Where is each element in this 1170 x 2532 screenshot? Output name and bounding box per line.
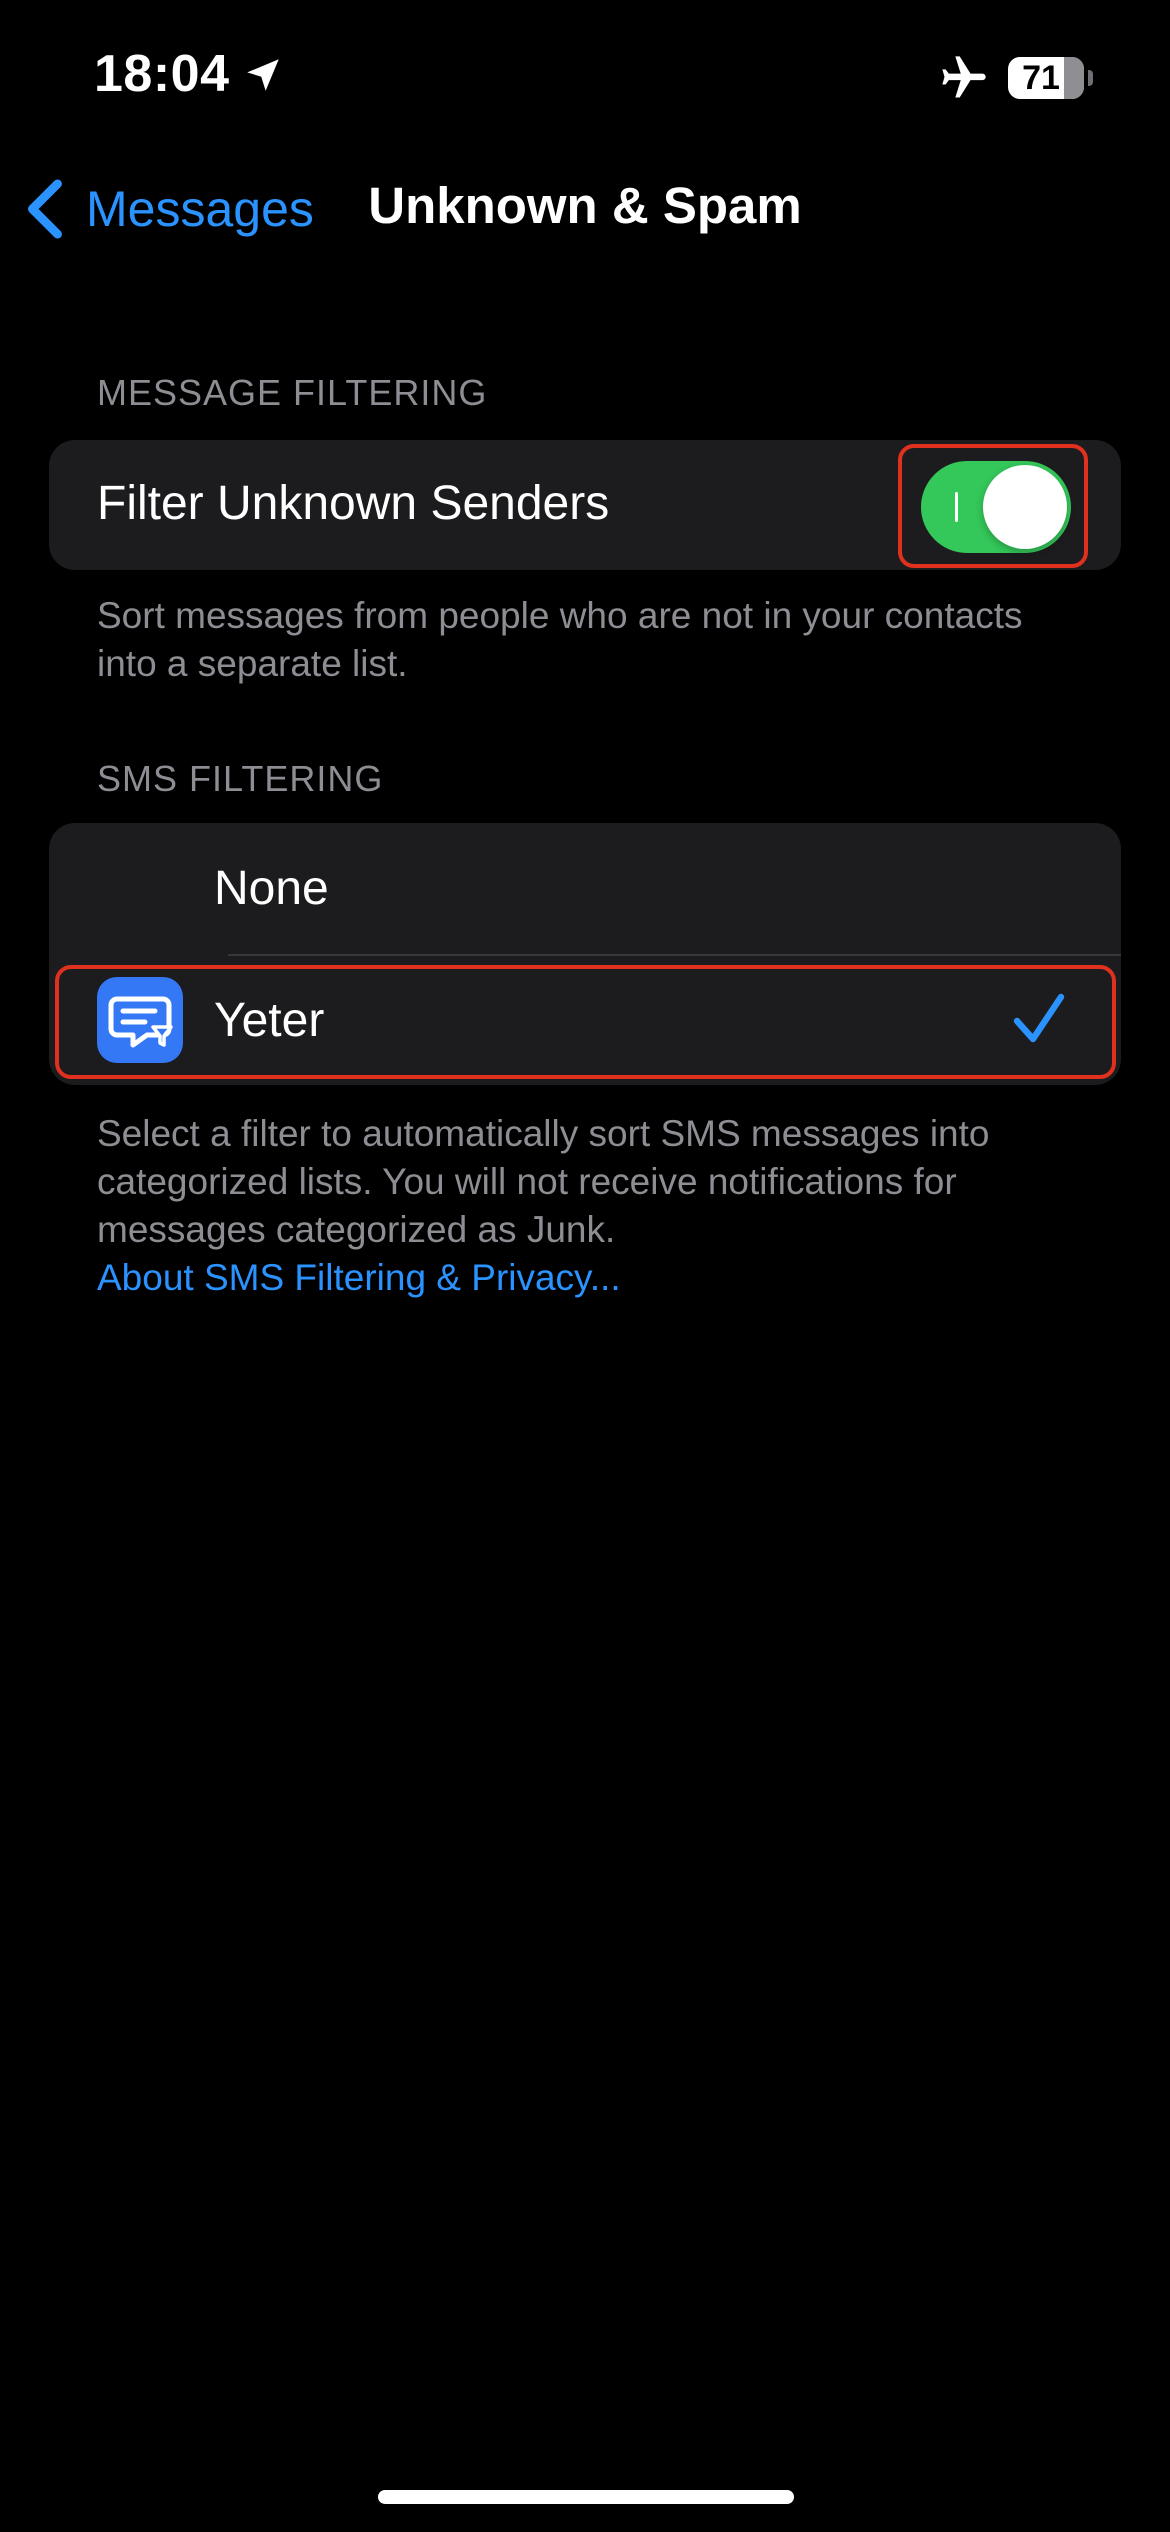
home-indicator[interactable] — [378, 2490, 794, 2504]
sms-option-none-label: None — [214, 862, 329, 915]
sms-filtering-group: None Yeter — [49, 823, 1121, 1085]
status-bar: 18:04 71 — [0, 0, 1170, 150]
sms-filtering-header: SMS FILTERING — [97, 758, 384, 799]
message-filtering-group: Filter Unknown Senders — [49, 440, 1121, 570]
airplane-icon — [942, 56, 986, 98]
status-time: 18:04 — [94, 45, 230, 103]
filter-unknown-senders-toggle[interactable] — [921, 461, 1071, 553]
location-arrow-icon — [247, 59, 279, 91]
page-title: Unknown & Spam — [368, 177, 802, 234]
sms-option-none[interactable]: None — [49, 823, 1121, 954]
toggle-on-mark — [955, 492, 958, 522]
sms-filtering-footer: Select a filter to automatically sort SM… — [97, 1110, 1057, 1302]
message-filtering-header: MESSAGE FILTERING — [97, 372, 488, 413]
navigation-bar: Messages Unknown & Spam — [0, 160, 1170, 256]
filter-unknown-senders-label: Filter Unknown Senders — [97, 477, 610, 530]
battery-level: 71 — [1022, 59, 1060, 97]
toggle-knob — [983, 465, 1067, 549]
about-sms-filtering-privacy-link[interactable]: About SMS Filtering & Privacy... — [97, 1257, 621, 1298]
message-filtering-footer: Sort messages from people who are not in… — [97, 595, 1023, 684]
yeter-option-highlight — [55, 965, 1116, 1079]
sms-filtering-footer-text: Select a filter to automatically sort SM… — [97, 1113, 990, 1250]
battery-icon: 71 — [1008, 57, 1093, 99]
